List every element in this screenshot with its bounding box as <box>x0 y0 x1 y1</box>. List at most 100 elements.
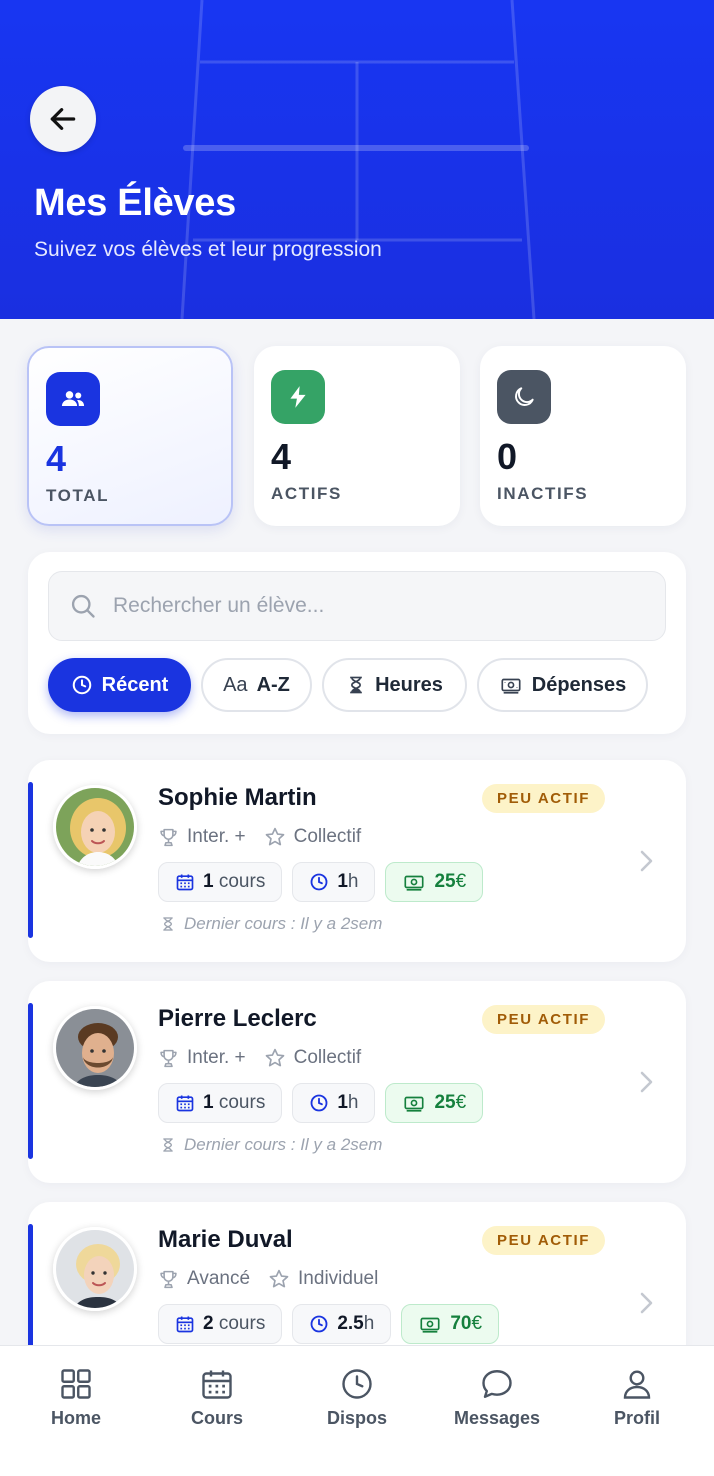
student-stats: 2 cours 2.5h 70€ <box>158 1304 500 1344</box>
courses-pill: 2 cours <box>158 1304 283 1344</box>
lightning-icon <box>271 370 325 424</box>
hourglass-icon <box>163 1138 173 1152</box>
user-icon <box>623 1370 651 1399</box>
chat-icon <box>482 1370 512 1398</box>
student-level: Inter. + <box>187 826 246 847</box>
sort-chip-depenses[interactable]: Dépenses <box>477 658 648 712</box>
spent-pill: 25€ <box>385 862 484 902</box>
student-stats: 1 cours 1h 25€ <box>158 862 484 902</box>
moon-icon <box>497 370 551 424</box>
courses-unit: cours <box>218 1313 266 1334</box>
sort-chip-depenses-label: Dépenses <box>531 673 627 696</box>
hours-value: 2.5 <box>337 1313 364 1334</box>
stat-inactifs-value: 0 <box>497 436 518 477</box>
courses-count: 1 <box>203 1092 214 1113</box>
activity-bar <box>28 1003 33 1159</box>
spent-pill: 70€ <box>401 1304 500 1344</box>
clock-icon <box>342 1369 372 1399</box>
clock-icon <box>310 1315 328 1333</box>
spent-unit: € <box>471 1313 483 1334</box>
nav-item-messages[interactable]: Messages <box>427 1366 567 1429</box>
courses-unit: cours <box>218 871 266 892</box>
last-lesson: Dernier cours : Il y a 2sem <box>160 1135 382 1155</box>
clock-icon <box>72 675 91 695</box>
sort-chip-az-label: A-Z <box>256 673 290 696</box>
courses-unit: cours <box>218 1092 266 1113</box>
avatar <box>53 1006 137 1090</box>
stat-card-actifs[interactable]: 4 ACTIFS <box>254 346 460 526</box>
stat-card-total[interactable]: 4 TOTAL <box>27 346 233 526</box>
student-level: Avancé <box>187 1268 251 1289</box>
trophy-icon <box>160 1270 177 1288</box>
nav-item-home[interactable]: Home <box>6 1366 146 1429</box>
nav-item-dispos[interactable]: Dispos <box>287 1366 427 1429</box>
stat-actifs-value: 4 <box>271 436 292 477</box>
hours-value: 1 <box>337 1092 348 1113</box>
student-name: Marie Duval <box>158 1226 293 1253</box>
stat-card-inactifs[interactable]: 0 INACTIFS <box>480 346 686 526</box>
calendar-icon <box>176 1316 194 1333</box>
student-format: Collectif <box>293 1047 362 1068</box>
calendar-icon <box>202 1370 232 1399</box>
chevron-right-icon <box>640 1292 653 1314</box>
status-badge: PEU ACTIF <box>482 784 606 813</box>
calendar-icon <box>176 874 194 891</box>
clock-icon <box>310 873 328 891</box>
student-meta: Avancé Individuel <box>158 1268 396 1290</box>
student-stats: 1 cours 1h 25€ <box>158 1083 484 1123</box>
spent-value: 25 <box>434 871 456 892</box>
trophy-icon <box>160 1049 177 1067</box>
arrow-left-icon <box>50 108 76 130</box>
chevron-right-icon <box>640 1071 653 1093</box>
last-lesson: Dernier cours : Il y a 2sem <box>160 914 382 934</box>
activity-bar <box>28 782 33 938</box>
spent-unit: € <box>455 871 467 892</box>
student-meta: Inter. + Collectif <box>158 1047 379 1069</box>
last-lesson-text: Dernier cours : Il y a 2sem <box>184 1135 383 1154</box>
hours-unit: h <box>347 1092 359 1113</box>
student-meta: Inter. + Collectif <box>158 826 379 848</box>
sort-chip-recent[interactable]: Récent <box>48 658 191 712</box>
stat-actifs-label: ACTIFS <box>271 484 342 503</box>
student-card[interactable]: Pierre Leclerc PEU ACTIF Inter. + Collec… <box>28 981 686 1183</box>
nav-item-profil[interactable]: Profil <box>567 1366 707 1429</box>
student-name: Pierre Leclerc <box>158 1005 317 1032</box>
student-name: Sophie Martin <box>158 784 317 811</box>
courses-count: 1 <box>203 871 214 892</box>
student-format: Individuel <box>298 1268 379 1289</box>
hours-unit: h <box>363 1313 375 1334</box>
student-format: Collectif <box>293 826 362 847</box>
grid-icon <box>61 1369 91 1399</box>
bottom-nav: Home Cours Dispos Messages Profil <box>0 1345 714 1476</box>
sort-chip-heures[interactable]: Heures <box>322 658 467 712</box>
search-icon <box>71 594 95 618</box>
nav-label-messages: Messages <box>453 1408 541 1428</box>
spent-unit: € <box>455 1092 467 1113</box>
hourglass-icon <box>350 676 362 694</box>
page-subtitle: Suivez vos élèves et leur progression <box>34 238 382 261</box>
page-title: Mes Élèves <box>34 182 236 224</box>
stat-total-value: 4 <box>46 438 67 479</box>
hourglass-icon <box>163 917 173 931</box>
avatar <box>53 1227 137 1311</box>
nav-label-cours: Cours <box>190 1408 243 1428</box>
search-input[interactable] <box>113 594 633 618</box>
sort-chip-az[interactable]: Aa A-Z <box>201 658 312 712</box>
hours-pill: 1h <box>292 1083 376 1123</box>
nav-label-home: Home <box>50 1408 101 1428</box>
nav-item-cours[interactable]: Cours <box>147 1366 287 1429</box>
chevron-right-icon <box>640 850 653 872</box>
student-card[interactable]: Sophie Martin PEU ACTIF Inter. + Collect… <box>28 760 686 962</box>
search-field[interactable] <box>48 571 666 641</box>
nav-label-dispos: Dispos <box>326 1408 387 1428</box>
courses-count: 2 <box>203 1313 214 1334</box>
trophy-icon <box>160 828 177 846</box>
back-button[interactable] <box>30 86 96 152</box>
student-level: Inter. + <box>187 1047 246 1068</box>
calendar-icon <box>176 1095 194 1112</box>
banknote-icon <box>420 1317 440 1333</box>
users-icon <box>46 372 100 426</box>
page-header: Mes Élèves Suivez vos élèves et leur pro… <box>0 0 714 319</box>
stat-inactifs-label: INACTIFS <box>497 484 589 503</box>
courses-pill: 1 cours <box>158 862 283 902</box>
